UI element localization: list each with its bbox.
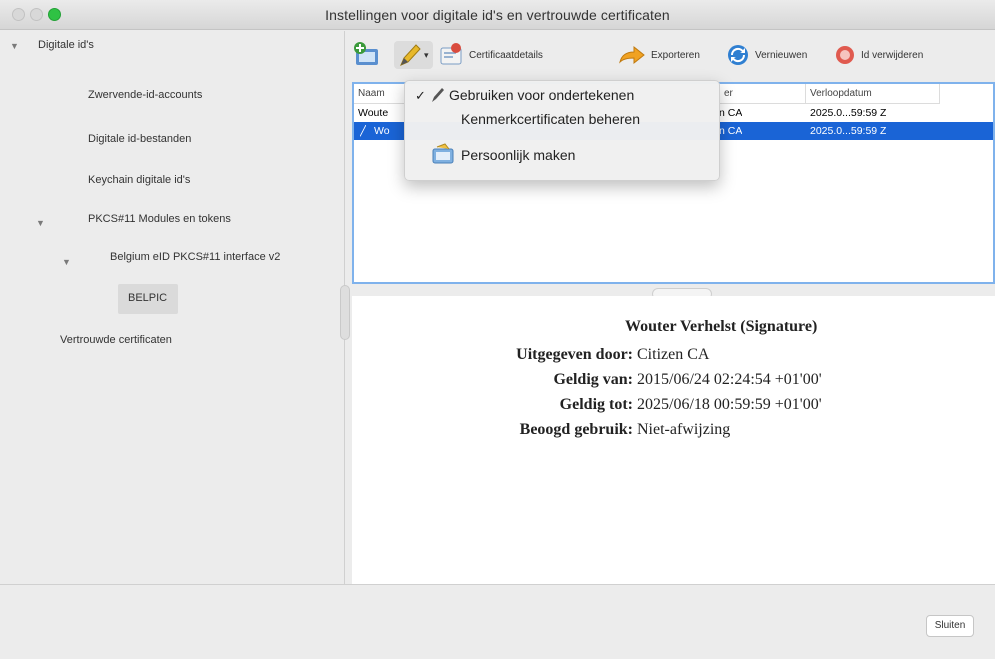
checkmark-icon: ✓ bbox=[415, 88, 426, 103]
cell-expiry: 2025.0...59:59 Z bbox=[810, 125, 887, 137]
refresh-icon bbox=[728, 45, 748, 65]
export-arrow-icon bbox=[619, 45, 645, 65]
issued-by-label: Uitgegeven door: bbox=[516, 346, 633, 363]
sidebar-item-keychain-digital-ids[interactable]: Keychain digitale id's bbox=[88, 174, 190, 186]
split-view-handle[interactable] bbox=[340, 285, 350, 340]
menu-item-manage-attribute-certificates[interactable]: Kenmerkcertificaten beheren bbox=[461, 111, 640, 127]
cell-issuer: n CA bbox=[719, 107, 743, 119]
remove-icon bbox=[836, 46, 854, 64]
valid-from-row: Geldig van: 2015/06/24 02:24:54 +01'00' bbox=[470, 371, 822, 389]
refresh-button[interactable]: Vernieuwen bbox=[726, 41, 807, 69]
sidebar: ▼ Digitale id's Zwervende-id-accounts Di… bbox=[0, 31, 345, 584]
use-id-dropdown-button[interactable]: ▾ bbox=[394, 41, 433, 69]
remove-id-label: Id verwijderen bbox=[861, 49, 924, 61]
export-label: Exporteren bbox=[651, 49, 700, 61]
column-header-issuer[interactable]: er bbox=[716, 84, 806, 104]
bottom-bar bbox=[0, 584, 995, 659]
cell-name: Woute bbox=[358, 107, 389, 119]
sidebar-item-belgium-eid-interface[interactable]: Belgium eID PKCS#11 interface v2 bbox=[110, 251, 280, 263]
valid-to-row: Geldig tot: 2025/06/18 00:59:59 +01'00' bbox=[470, 396, 822, 414]
refresh-label: Vernieuwen bbox=[755, 49, 808, 61]
menu-item-personalize[interactable]: Persoonlijk maken bbox=[461, 147, 575, 163]
pen-icon bbox=[431, 87, 445, 106]
intended-usage-label: Beoogd gebruik: bbox=[519, 421, 633, 438]
certificate-details-label: Certificaatdetails bbox=[469, 49, 543, 61]
disclosure-triangle-icon[interactable]: ▼ bbox=[62, 257, 71, 267]
disclosure-triangle-icon[interactable]: ▼ bbox=[36, 218, 45, 228]
certificate-name: Wouter Verhelst (Signature) bbox=[625, 318, 818, 335]
settings-window: Instellingen voor digitale id's en vertr… bbox=[0, 0, 995, 659]
disclosure-triangle-icon[interactable]: ▼ bbox=[10, 41, 19, 51]
remove-id-button[interactable]: Id verwijderen bbox=[834, 41, 923, 69]
add-id-icon bbox=[354, 42, 378, 65]
chevron-down-icon: ▾ bbox=[424, 49, 429, 60]
certificate-details-pane bbox=[352, 296, 995, 584]
valid-from-label: Geldig van: bbox=[553, 371, 633, 388]
cell-name: Wo bbox=[374, 125, 390, 137]
use-id-menu: ✓ Gebruiken voor ondertekenen Kenmerkcer… bbox=[404, 80, 720, 181]
issued-by-row: Uitgegeven door: Citizen CA bbox=[470, 346, 709, 364]
intended-usage-value: Niet-afwijzing bbox=[637, 421, 731, 438]
cell-issuer: n CA bbox=[719, 125, 743, 137]
column-header-name[interactable]: Naam bbox=[354, 84, 406, 104]
issued-by-value: Citizen CA bbox=[637, 346, 710, 363]
window-title: Instellingen voor digitale id's en vertr… bbox=[325, 7, 670, 23]
valid-to-label: Geldig tot: bbox=[559, 396, 633, 413]
valid-to-value: 2025/06/18 00:59:59 +01'00' bbox=[637, 396, 822, 413]
pen-icon bbox=[400, 44, 421, 66]
sidebar-item-roaming-id-accounts[interactable]: Zwervende-id-accounts bbox=[88, 89, 202, 101]
sidebar-item-trusted-certificates[interactable]: Vertrouwde certificaten bbox=[60, 334, 172, 346]
toolbar: ▾ Certificaatdetails Exporteren Vernieuw… bbox=[346, 31, 995, 81]
sidebar-item-digital-id-files[interactable]: Digitale id-bestanden bbox=[88, 133, 191, 145]
certificate-details-button[interactable]: Certificaatdetails bbox=[438, 41, 543, 69]
valid-from-value: 2015/06/24 02:24:54 +01'00' bbox=[637, 371, 822, 388]
title-bar: Instellingen voor digitale id's en vertr… bbox=[0, 0, 995, 30]
intended-usage-row: Beoogd gebruik: Niet-afwijzing bbox=[470, 421, 731, 439]
sidebar-item-belpic[interactable]: BELPIC bbox=[128, 292, 167, 304]
column-header-expiry[interactable]: Verloopdatum bbox=[806, 84, 940, 104]
pen-icon: ╱ bbox=[360, 125, 367, 137]
cell-expiry: 2025.0...59:59 Z bbox=[810, 107, 887, 119]
sidebar-item-pkcs11-modules[interactable]: PKCS#11 Modules en tokens bbox=[88, 213, 231, 225]
sidebar-item-digital-ids[interactable]: Digitale id's bbox=[38, 39, 94, 51]
personalize-icon bbox=[431, 143, 455, 168]
menu-item-use-for-signing[interactable]: Gebruiken voor ondertekenen bbox=[449, 87, 634, 103]
certificate-icon bbox=[440, 43, 462, 65]
close-button[interactable]: Sluiten bbox=[926, 615, 974, 637]
export-button[interactable]: Exporteren bbox=[618, 41, 700, 69]
add-id-button[interactable] bbox=[352, 41, 382, 69]
